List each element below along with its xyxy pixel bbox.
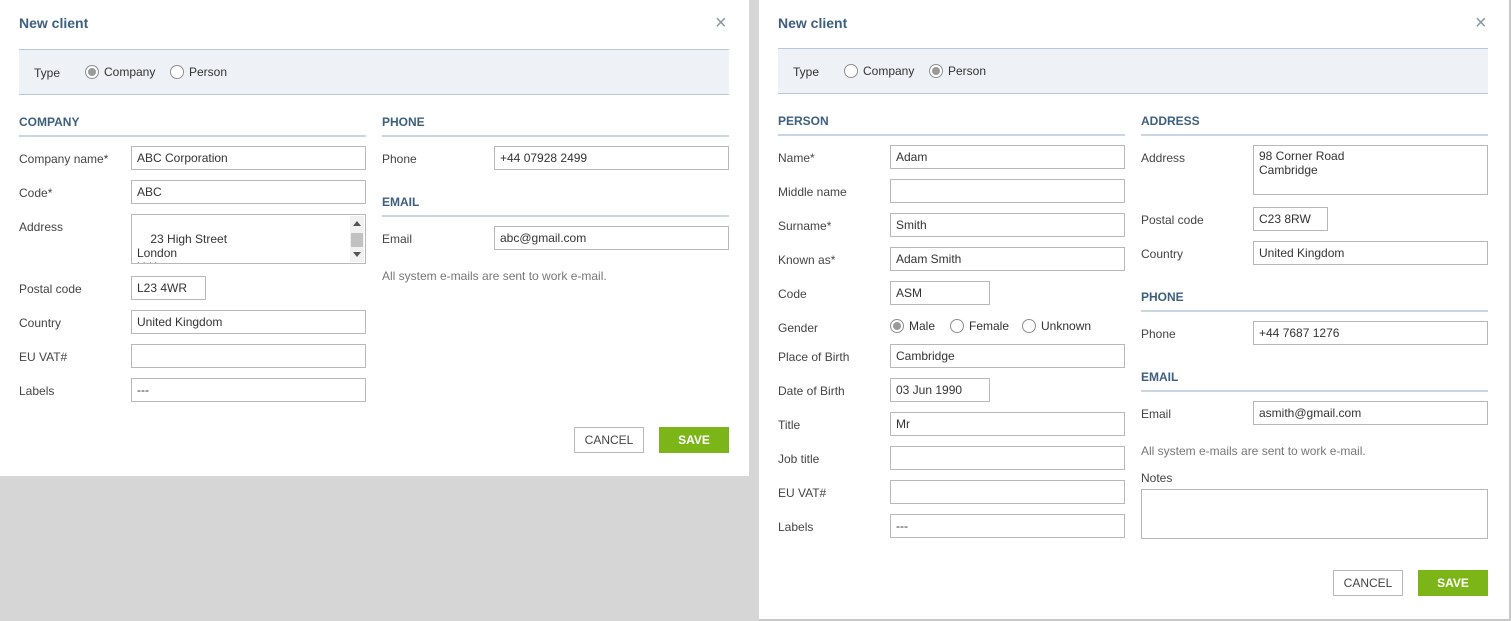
cancel-button[interactable]: CANCEL: [1333, 570, 1403, 596]
labels-label: Labels: [19, 384, 55, 398]
radio-selected-icon: [929, 64, 943, 78]
email-input[interactable]: asmith@gmail.com: [1253, 401, 1488, 425]
email-input[interactable]: abc@gmail.com: [494, 226, 729, 250]
postal-code-label: Postal code: [1141, 213, 1204, 227]
section-person: PERSON: [778, 114, 1125, 136]
title-label: Title: [778, 418, 801, 432]
radio-unselected-icon: [950, 319, 964, 333]
known-as-label: Known as*: [778, 253, 836, 267]
email-note: All system e-mails are sent to work e-ma…: [382, 269, 607, 283]
cancel-button[interactable]: CANCEL: [574, 427, 644, 453]
date-of-birth-input[interactable]: 03 Jun 1990: [890, 378, 990, 402]
middle-name-input[interactable]: [890, 179, 1125, 203]
email-label: Email: [1141, 407, 1172, 421]
eu-vat-label: EU VAT#: [778, 486, 827, 500]
section-company: COMPANY: [19, 115, 366, 137]
code-input[interactable]: ASM: [890, 281, 990, 305]
company-name-input[interactable]: ABC Corporation: [131, 146, 366, 170]
gender-radio-male[interactable]: Male: [890, 319, 935, 333]
save-button[interactable]: SAVE: [659, 427, 729, 453]
section-email: EMAIL: [382, 195, 729, 217]
close-icon[interactable]: ×: [715, 13, 727, 33]
job-title-label: Job title: [778, 452, 820, 466]
postal-code-label: Postal code: [19, 282, 82, 296]
type-radio-person[interactable]: Person: [170, 65, 227, 79]
phone-label: Phone: [1141, 327, 1176, 341]
country-label: Country: [19, 316, 62, 330]
gender-radio-unknown[interactable]: Unknown: [1022, 319, 1091, 333]
job-title-input[interactable]: [890, 446, 1125, 470]
dialog-title: New client: [778, 15, 848, 31]
address-label: Address: [19, 220, 64, 234]
name-input[interactable]: Adam: [890, 145, 1125, 169]
type-radio-person[interactable]: Person: [929, 64, 986, 78]
country-input[interactable]: United Kingdom: [131, 310, 366, 334]
address-textarea[interactable]: 23 High Street London U.K.: [131, 214, 366, 264]
email-label: Email: [382, 232, 413, 246]
notes-label: Notes: [1141, 471, 1173, 485]
date-of-birth-label: Date of Birth: [778, 384, 845, 398]
type-bar: Type Company Person: [19, 49, 729, 95]
new-client-dialog-company: New client × Type Company Person COMPANY…: [0, 0, 749, 476]
radio-selected-icon: [85, 65, 99, 79]
scroll-thumb[interactable]: [351, 233, 363, 247]
name-label: Name*: [778, 151, 815, 165]
phone-input[interactable]: +44 7687 1276: [1253, 321, 1488, 345]
radio-unselected-icon: [170, 65, 184, 79]
radio-unselected-icon: [844, 64, 858, 78]
labels-input[interactable]: ---: [131, 378, 366, 402]
company-name-label: Company name*: [19, 152, 109, 166]
title-input[interactable]: Mr: [890, 412, 1125, 436]
phone-label: Phone: [382, 152, 417, 166]
address-textarea[interactable]: 98 Corner Road Cambridge: [1253, 145, 1488, 195]
eu-vat-input[interactable]: [131, 344, 366, 368]
notes-textarea[interactable]: [1141, 489, 1488, 539]
type-label: Type: [793, 65, 820, 79]
new-client-dialog-person: New client × Type Company Person PERSON …: [759, 0, 1511, 621]
email-note: All system e-mails are sent to work e-ma…: [1141, 444, 1366, 458]
close-icon[interactable]: ×: [1475, 13, 1487, 33]
address-label: Address: [1141, 151, 1186, 165]
section-phone: PHONE: [382, 115, 729, 137]
section-phone: PHONE: [1141, 290, 1488, 312]
type-radio-company[interactable]: Company: [85, 65, 155, 79]
type-label: Type: [34, 66, 61, 80]
country-label: Country: [1141, 247, 1184, 261]
scrollbar[interactable]: [350, 216, 364, 262]
phone-input[interactable]: +44 07928 2499: [494, 146, 729, 170]
code-input[interactable]: ABC: [131, 180, 366, 204]
middle-name-label: Middle name: [778, 185, 847, 199]
dialog-title: New client: [19, 15, 89, 31]
type-bar: Type Company Person: [778, 48, 1488, 94]
type-radio-company[interactable]: Company: [844, 64, 914, 78]
gender-label: Gender: [778, 321, 819, 335]
scroll-up-icon[interactable]: [353, 221, 361, 226]
postal-code-input[interactable]: C23 8RW: [1253, 207, 1328, 231]
known-as-input[interactable]: Adam Smith: [890, 247, 1125, 271]
labels-label: Labels: [778, 520, 814, 534]
radio-selected-icon: [890, 319, 904, 333]
radio-unselected-icon: [1022, 319, 1036, 333]
place-of-birth-input[interactable]: Cambridge: [890, 344, 1125, 368]
country-input[interactable]: United Kingdom: [1253, 241, 1488, 265]
section-email: EMAIL: [1141, 370, 1488, 392]
save-button[interactable]: SAVE: [1418, 570, 1488, 596]
section-address: ADDRESS: [1141, 114, 1488, 136]
eu-vat-label: EU VAT#: [19, 350, 68, 364]
postal-code-input[interactable]: L23 4WR: [131, 276, 206, 300]
surname-label: Surname*: [778, 219, 832, 233]
labels-input[interactable]: ---: [890, 514, 1125, 538]
place-of-birth-label: Place of Birth: [778, 350, 850, 364]
surname-input[interactable]: Smith: [890, 213, 1125, 237]
code-label: Code: [778, 287, 807, 301]
gender-radio-female[interactable]: Female: [950, 319, 1009, 333]
scroll-down-icon[interactable]: [353, 252, 361, 257]
eu-vat-input[interactable]: [890, 480, 1125, 504]
code-label: Code*: [19, 186, 53, 200]
